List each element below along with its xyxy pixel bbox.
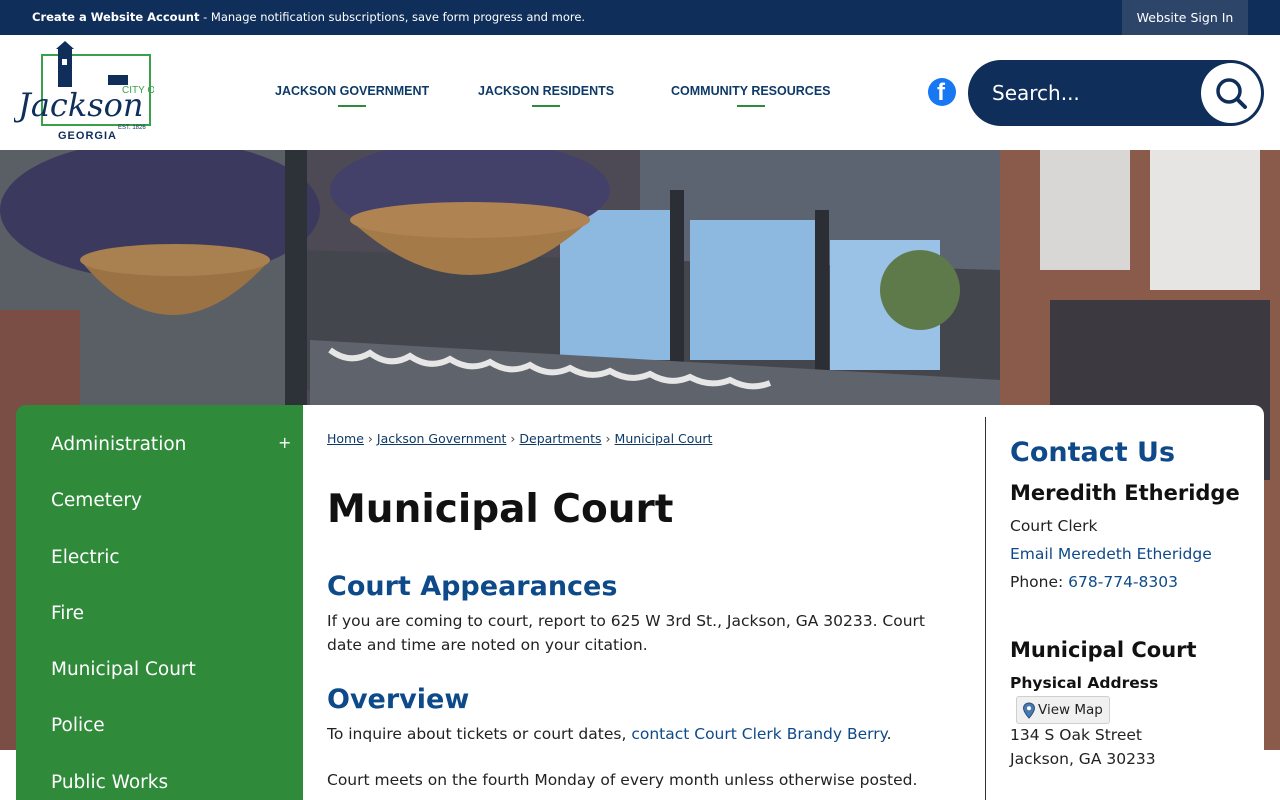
overview-heading: Overview [327,684,470,715]
sign-in-button[interactable]: Website Sign In [1122,0,1248,35]
main-content: Home › Jackson Government › Departments › Muni… [303,405,1264,800]
view-map-button[interactable]: View Map [1016,696,1110,724]
search-input[interactable] [992,78,1192,108]
site-header: CITY OF Jackson EST. 1826 GEORGIA JACKSO… [0,35,1280,150]
logo-jackson: Jackson [14,86,144,124]
sidebar-item-cemetery[interactable]: Cemetery [51,490,142,511]
search-button[interactable] [1201,63,1261,123]
phone-label: Phone: [1010,573,1069,591]
page-title: Municipal Court [327,487,674,532]
nav-label: JACKSON GOVERNMENT [275,84,430,98]
sidebar-nav: Administration + Cemetery Electric Fire … [16,405,303,800]
nav-underline [736,105,765,107]
logo-georgia: GEORGIA [58,130,117,141]
sidebar-item-administration[interactable]: Administration [51,434,186,455]
contact-email-link[interactable]: Email Meredeth Etheridge [1010,545,1212,563]
overview-text: To inquire about tickets or court dates,… [327,722,947,746]
logo-graphic: CITY OF Jackson EST. 1826 GEORGIA [12,41,161,142]
address-city: Jackson, GA 30233 [1010,750,1156,768]
breadcrumb-home[interactable]: Home [327,431,364,446]
sidebar-item-electric[interactable]: Electric [51,547,120,568]
breadcrumb-jackson-government[interactable]: Jackson Government [377,431,506,446]
address-street: 134 S Oak Street [1010,726,1142,744]
sidebar-item-police[interactable]: Police [51,715,105,736]
physical-address-label: Physical Address [1010,674,1159,692]
breadcrumb-departments[interactable]: Departments [519,431,601,446]
nav-community-resources[interactable]: COMMUNITY RESOURCES [671,84,831,107]
sidebar-item-municipal-court[interactable]: Municipal Court [51,659,196,680]
overview-text-end: . [886,725,892,743]
top-bar: Create a Website Account - Manage notifi… [0,0,1280,35]
nav-underline [532,105,561,107]
search-icon [1216,78,1247,109]
facebook-icon[interactable]: f [928,78,956,106]
breadcrumb-municipal-court[interactable]: Municipal Court [615,431,713,446]
banner-tagline: - Manage notification subscriptions, sav… [199,10,586,24]
logo-est: EST. 1826 [118,125,146,131]
search-box [968,60,1264,126]
nav-jackson-residents[interactable]: JACKSON RESIDENTS [478,84,614,107]
court-appearances-text: If you are coming to court, report to 62… [327,612,926,654]
court-appearances-heading: Court Appearances [327,571,618,602]
contact-us-heading: Contact Us [1010,437,1176,468]
city-logo[interactable]: CITY OF Jackson EST. 1826 GEORGIA [12,41,161,142]
nav-jackson-government[interactable]: JACKSON GOVERNMENT [275,84,429,107]
contact-phone: Phone: 678-774-8303 [1010,573,1178,591]
sidebar-item-fire[interactable]: Fire [51,603,84,624]
sidebar-item-public-works[interactable]: Public Works [51,772,168,793]
expand-administration-button[interactable]: + [278,433,291,452]
overview-text-start: To inquire about tickets or court dates, [327,725,632,743]
create-account-link[interactable]: Create a Website Account [32,10,199,24]
contact-clerk-link[interactable]: contact Court Clerk Brandy Berry [631,725,886,743]
nav-label: JACKSON RESIDENTS [478,84,615,98]
court-schedule-text: Court meets on the fourth Monday of ever… [327,771,918,789]
contact-role: Court Clerk [1010,517,1098,535]
nav-label: COMMUNITY RESOURCES [671,84,831,98]
department-name: Municipal Court [1010,638,1197,662]
phone-link[interactable]: 678-774-8303 [1068,573,1178,591]
view-map-label: View Map [1038,702,1103,718]
create-account-banner[interactable]: Create a Website Account - Manage notifi… [32,10,585,24]
column-divider [985,417,986,800]
nav-underline [338,105,367,107]
contact-name: Meredith Etheridge [1010,481,1240,505]
breadcrumb: Home › Jackson Government › Departments › Muni… [327,431,713,446]
map-pin-icon [1022,702,1036,719]
